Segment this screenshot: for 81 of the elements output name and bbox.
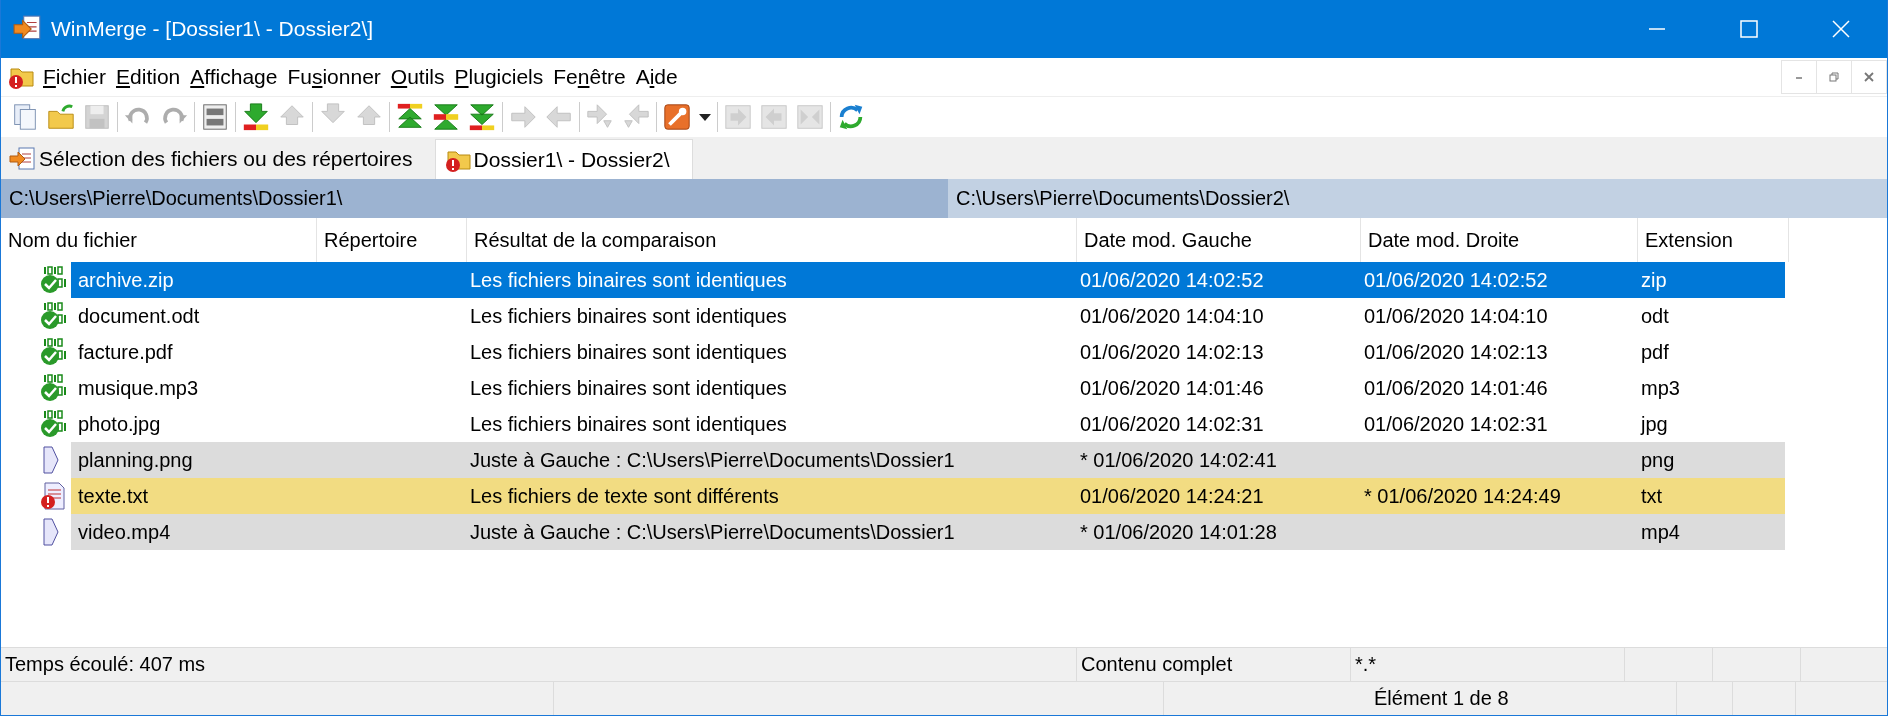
binary-check-icon [39, 410, 67, 438]
table-cell-text: 01/06/2020 14:02:31 [1079, 412, 1265, 436]
document-arrow-icon [9, 145, 37, 173]
status-text: *.* [1351, 648, 1625, 681]
table-cell-text: 01/06/2020 14:02:31 [1363, 412, 1549, 436]
menu-item[interactable]: Affichage [186, 65, 284, 89]
restore-button[interactable] [1816, 60, 1852, 94]
table-cell-text: Les fichiers binaires sont identiques [469, 304, 788, 328]
table-cell-text: video.mp4 [77, 520, 172, 544]
table-cell-text: 01/06/2020 14:04:10 [1363, 304, 1549, 328]
minimize-button[interactable] [1781, 60, 1817, 94]
table-cell-text: 01/06/2020 14:01:46 [1363, 376, 1549, 400]
file-row[interactable]: video.mp4 Juste à Gauche : C:\Users\Pierre\Documents\Dossier1 * 01/06/2020 14:01:28 mp4 [71, 514, 1785, 550]
compare-mode-icon [200, 102, 230, 132]
table-cell-text: document.odt [77, 304, 201, 328]
table-cell-text: png [1640, 448, 1676, 472]
binary-check-icon [39, 338, 67, 366]
menu-item[interactable]: Outils [386, 65, 451, 89]
menu-item[interactable]: Fenêtre [549, 65, 632, 89]
table-cell-text: jpg [1639, 412, 1669, 436]
table-cell-text: Juste à Gauche : C:\Users\Pierre\Documents\Dossier1 [469, 520, 956, 544]
file-row[interactable]: texte.txt Les fichiers de texte sont différents 01/06/2020 14:24:21 * 01/06/2020 14:24:49 txt [71, 478, 1785, 514]
table-cell-text: texte.txt [77, 484, 150, 508]
menu-item[interactable]: Fichier [39, 65, 112, 89]
table-cell-text: 01/06/2020 14:02:13 [1079, 340, 1265, 364]
file-row[interactable]: archive.zip Les fichiers binaires sont identiques 01/06/2020 14:02:52 01/06/2020 14:02:52 zip [71, 262, 1785, 298]
binary-check-icon [39, 302, 67, 330]
table-cell-text: * 01/06/2020 14:01:28 [1079, 520, 1278, 544]
table-cell-text: mp3 [1640, 376, 1681, 400]
menu-item[interactable]: Plugiciels [450, 65, 550, 89]
arrow-down-icon [241, 102, 271, 132]
table-cell-text: 01/06/2020 14:02:52 [1079, 268, 1265, 292]
close-icon [1863, 71, 1875, 83]
table-cell-text: Les fichiers binaires sont identiques [469, 412, 788, 436]
menu-item[interactable]: Fusionner [283, 65, 387, 89]
binary-check-icon [39, 374, 67, 402]
file-row[interactable]: planning.png Juste à Gauche : C:\Users\Pierre\Documents\Dossier1 * 01/06/2020 14:02:41 png [71, 442, 1785, 478]
window-title: WinMerge - [Dossier1\ - Dossier2\] [51, 17, 375, 41]
path-bar: C:\Users\Pierre\Documents\Dossier1\ [1, 179, 948, 218]
table-cell-text: Les fichiers binaires sont identiques [469, 268, 788, 292]
restore-icon [1828, 71, 1840, 83]
maximize-icon [1739, 19, 1759, 39]
wrench-icon [662, 102, 692, 132]
tab[interactable]: Dossier1\ - Dossier2\ [434, 139, 693, 179]
table-cell-text: pdf [1640, 340, 1670, 364]
table-cell-text: planning.png [77, 448, 194, 472]
table-cell-text: * 01/06/2020 14:24:49 [1363, 484, 1562, 508]
table-cell-text: odt [1640, 304, 1670, 328]
table-cell-text: 01/06/2020 14:02:13 [1363, 340, 1549, 364]
table-cell-text: txt [1640, 484, 1664, 508]
close-button[interactable] [1851, 60, 1887, 94]
minimize-icon [1649, 28, 1665, 30]
double-arrow-down-icon [467, 102, 497, 132]
table-cell-text: zip [1640, 268, 1668, 292]
table-cell-text: archive.zip [77, 268, 175, 292]
close-icon [1831, 19, 1851, 39]
double-arrow-icon [431, 102, 461, 132]
status-text: Temps écoulé: 407 ms [1, 648, 1077, 681]
table-cell-text: facture.pdf [77, 340, 174, 364]
table-cell-text: photo.jpg [77, 412, 162, 436]
binary-check-icon [39, 266, 67, 294]
status-text: Élément 1 de 8 [1164, 682, 1677, 715]
table-cell-text: 01/06/2020 14:24:21 [1079, 484, 1265, 508]
menu-item[interactable]: Aide [631, 65, 684, 89]
table-cell-text: Juste à Gauche : C:\Users\Pierre\Documents\Dossier1 [469, 448, 956, 472]
table-cell-text: 01/06/2020 14:01:46 [1079, 376, 1265, 400]
table-cell-text: mp4 [1640, 520, 1681, 544]
menu-item[interactable]: Edition [112, 65, 187, 89]
caret-icon [699, 113, 711, 121]
folder-icon [46, 102, 76, 132]
table-cell-text: Les fichiers de texte sont différents [469, 484, 780, 508]
table-cell-text: Les fichiers binaires sont identiques [469, 376, 788, 400]
table-cell-text: 01/06/2020 14:02:52 [1363, 268, 1549, 292]
table-cell-text: Les fichiers binaires sont identiques [469, 340, 788, 364]
status-text: Contenu complet [1077, 648, 1351, 681]
table-cell-text: musique.mp3 [77, 376, 200, 400]
path-bar: C:\Users\Pierre\Documents\Dossier2\ [947, 179, 1887, 218]
table-cell-text: * 01/06/2020 14:02:41 [1079, 448, 1278, 472]
table-cell-text: 01/06/2020 14:04:10 [1079, 304, 1265, 328]
text-file-error-icon [39, 482, 67, 510]
panel-arrows-icon [795, 102, 825, 132]
